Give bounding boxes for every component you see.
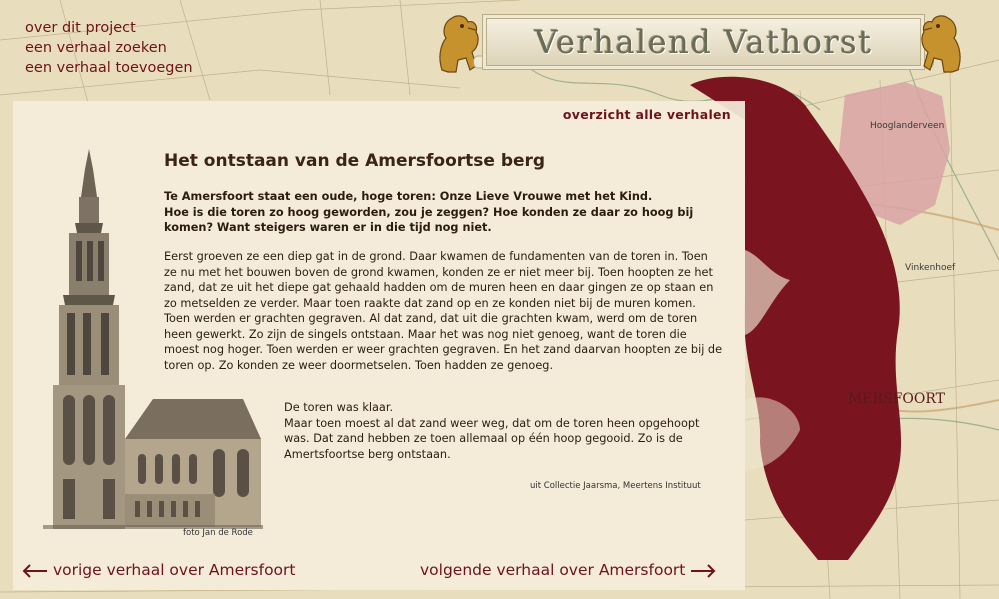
map-label-amersfoort: MERSFOORT	[848, 391, 946, 407]
arrow-right-icon	[691, 563, 716, 578]
story-panel: overzicht alle verhalen foto Jan de Rode…	[13, 101, 745, 590]
previous-story-label: vorige verhaal over Amersfoort	[52, 561, 296, 579]
map-label-vinkenhoef: Vinkenhoef	[905, 263, 956, 273]
story-intro-line: Hoe is die toren zo hoog geworden, zou j…	[164, 205, 694, 235]
story-title: Het ontstaan van de Amersfoortse berg	[164, 151, 546, 171]
story-ending-line: Maar toen moest al dat zand weer weg, da…	[284, 416, 700, 461]
lion-icon	[921, 15, 961, 73]
previous-story-link[interactable]: vorige verhaal over Amersfoort	[22, 559, 296, 581]
story-intro-line: Te Amersfoort staat een oude, hoge toren…	[164, 190, 653, 203]
story-intro: Te Amersfoort staat een oude, hoge toren…	[164, 189, 724, 236]
story-body: Eerst groeven ze een diep gat in de gron…	[164, 250, 723, 372]
main-nav: over dit project een verhaal zoeken een …	[25, 18, 193, 78]
banner-plate: Verhalend Vathorst	[486, 18, 921, 66]
next-story-link[interactable]: volgende verhaal over Amersfoort	[420, 559, 716, 581]
overview-all-stories-link[interactable]: overzicht alle verhalen	[563, 107, 731, 122]
next-story-label: volgende verhaal over Amersfoort	[420, 561, 686, 579]
nav-verhaal-zoeken[interactable]: een verhaal zoeken	[25, 38, 193, 58]
story-source: uit Collectie Jaarsma, Meertens Instituu…	[530, 481, 701, 491]
story-ending: De toren was klaar. Maar toen moest al d…	[284, 400, 724, 462]
arrow-left-icon	[22, 563, 47, 578]
nav-over-dit-project[interactable]: over dit project	[25, 18, 193, 38]
site-title: Verhalend Vathorst	[534, 23, 873, 61]
map-label-hooglanderveen: Hooglanderveen	[870, 121, 944, 131]
story-ending-line: De toren was klaar.	[284, 401, 394, 414]
nav-verhaal-toevoegen[interactable]: een verhaal toevoegen	[25, 58, 193, 78]
photo-credit: foto Jan de Rode	[183, 528, 253, 538]
site-banner[interactable]: Verhalend Vathorst	[432, 8, 962, 78]
